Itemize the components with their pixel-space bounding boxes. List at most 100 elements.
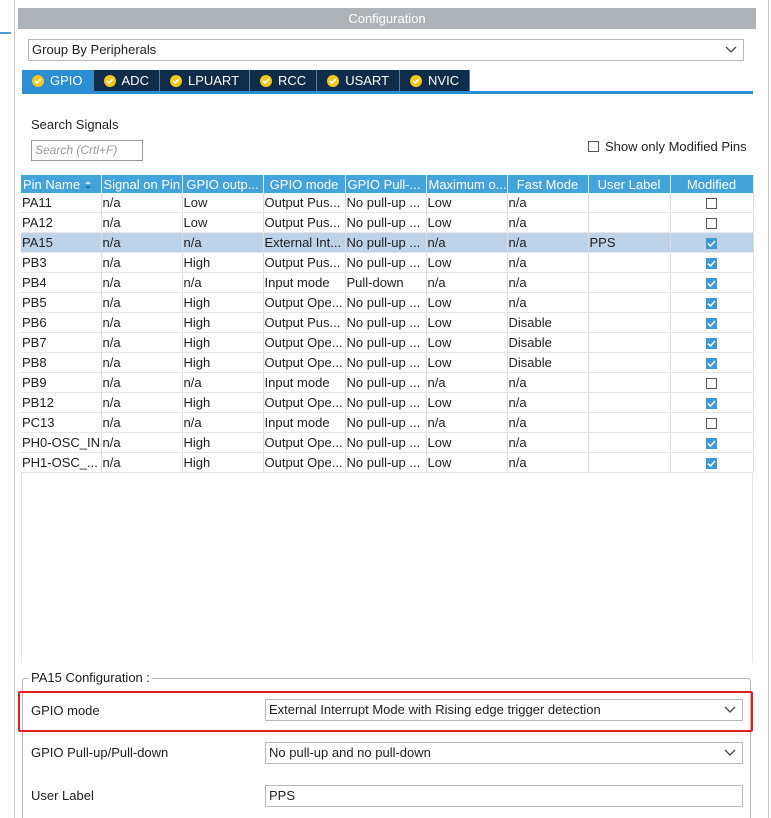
checked-checkbox-icon[interactable] bbox=[706, 318, 717, 330]
pin-name-cell: PC13 bbox=[21, 412, 102, 433]
tab-nvic[interactable]: NVIC bbox=[400, 70, 471, 91]
checked-checkbox-icon[interactable] bbox=[706, 438, 717, 450]
max-output-cell: Low bbox=[426, 292, 508, 313]
modified-cell bbox=[670, 193, 754, 213]
tab-usart[interactable]: USART bbox=[317, 70, 401, 91]
unchecked-checkbox-icon[interactable] bbox=[706, 218, 717, 230]
group-by-select[interactable]: Group By Peripherals bbox=[28, 39, 744, 61]
table-row[interactable]: PA11 n/a Low Output Pus... No pull-up ... Low… bbox=[21, 193, 754, 213]
checked-checkbox-icon[interactable] bbox=[706, 258, 717, 270]
fast-mode-cell: n/a bbox=[507, 212, 589, 233]
table-row[interactable]: PB9 n/a n/a Input mode No pull-up ... n/a n/a bbox=[21, 372, 754, 393]
check-circle-icon bbox=[169, 74, 182, 87]
user-label-cell bbox=[588, 252, 671, 273]
table-row[interactable]: PA15 n/a n/a External Int... No pull-up ... n… bbox=[21, 232, 754, 253]
tab-adc[interactable]: ADC bbox=[93, 70, 160, 91]
gpio-mode-cell: Output Pus... bbox=[263, 212, 346, 233]
checkbox-icon[interactable] bbox=[588, 141, 599, 152]
table-row[interactable]: PB3 n/a High Output Pus... No pull-up ... Low… bbox=[21, 252, 754, 273]
pin-name-cell: PH1-OSC_... bbox=[21, 452, 102, 473]
tab-rcc[interactable]: RCC bbox=[250, 70, 318, 91]
gpio-pull-select[interactable]: No pull-up and no pull-down bbox=[265, 742, 743, 764]
col-maximum-output[interactable]: Maximum o... bbox=[426, 175, 508, 193]
fast-mode-cell: n/a bbox=[507, 193, 589, 213]
col-pin-name[interactable]: Pin Name bbox=[21, 175, 102, 193]
tab-lpuart[interactable]: LPUART bbox=[159, 70, 251, 91]
col-fast-mode[interactable]: Fast Mode bbox=[507, 175, 589, 193]
user-label-cell bbox=[588, 212, 671, 233]
show-modified-checkbox[interactable]: Show only Modified Pins bbox=[588, 139, 747, 154]
max-output-cell: Low bbox=[426, 252, 508, 273]
table-row[interactable]: PB12 n/a High Output Ope... No pull-up ... Lo… bbox=[21, 392, 754, 413]
table-row[interactable]: PA12 n/a Low Output Pus... No pull-up ... Low… bbox=[21, 212, 754, 233]
tab-gpio[interactable]: GPIO bbox=[22, 70, 94, 91]
max-output-cell: Low bbox=[426, 452, 508, 473]
gpio-mode-cell: Output Ope... bbox=[263, 452, 346, 473]
max-output-cell: Low bbox=[426, 332, 508, 353]
gpio-output-cell: High bbox=[182, 452, 264, 473]
search-input[interactable]: Search (Crtl+F) bbox=[31, 140, 143, 161]
signal-cell: n/a bbox=[101, 292, 183, 313]
col-user-label[interactable]: User Label bbox=[588, 175, 671, 193]
gpio-pull-cell: No pull-up ... bbox=[345, 292, 427, 313]
max-output-cell: n/a bbox=[426, 372, 508, 393]
checked-checkbox-icon[interactable] bbox=[706, 338, 717, 350]
checked-checkbox-icon[interactable] bbox=[706, 458, 717, 470]
gpio-mode-cell: Output Pus... bbox=[263, 193, 346, 213]
modified-cell bbox=[670, 272, 754, 293]
gpio-mode-cell: Output Ope... bbox=[263, 432, 346, 453]
gpio-output-cell: High bbox=[182, 312, 264, 333]
check-circle-icon bbox=[260, 74, 273, 87]
fast-mode-cell: n/a bbox=[507, 412, 589, 433]
modified-cell bbox=[670, 212, 754, 233]
modified-cell bbox=[670, 292, 754, 313]
unchecked-checkbox-icon[interactable] bbox=[706, 418, 717, 430]
checked-checkbox-icon[interactable] bbox=[706, 358, 717, 370]
pin-name-cell: PB5 bbox=[21, 292, 102, 313]
user-label-cell bbox=[588, 392, 671, 413]
check-circle-icon bbox=[410, 74, 423, 87]
fast-mode-cell: Disable bbox=[507, 352, 589, 373]
gpio-mode-cell: Input mode bbox=[263, 412, 346, 433]
signal-cell: n/a bbox=[101, 392, 183, 413]
table-row[interactable]: PH0-OSC_IN n/a High Output Ope... No pull-up… bbox=[21, 432, 754, 453]
checked-checkbox-icon[interactable] bbox=[706, 278, 717, 290]
user-label-input[interactable]: PPS bbox=[265, 785, 743, 807]
unchecked-checkbox-icon[interactable] bbox=[706, 378, 717, 390]
gpio-mode-cell: External Int... bbox=[263, 232, 346, 253]
gpio-mode-cell: Output Ope... bbox=[263, 292, 346, 313]
col-gpio-mode[interactable]: GPIO mode bbox=[263, 175, 346, 193]
gpio-output-cell: High bbox=[182, 352, 264, 373]
col-gpio-output[interactable]: GPIO outp... bbox=[182, 175, 264, 193]
fast-mode-cell: n/a bbox=[507, 252, 589, 273]
table-row[interactable]: PH1-OSC_... n/a High Output Ope... No pull-u… bbox=[21, 452, 754, 473]
gpio-pull-cell: No pull-up ... bbox=[345, 412, 427, 433]
panel-title: Configuration bbox=[18, 8, 756, 29]
user-label-cell bbox=[588, 193, 671, 213]
signal-cell: n/a bbox=[101, 232, 183, 253]
pin-name-cell: PB12 bbox=[21, 392, 102, 413]
checked-checkbox-icon[interactable] bbox=[706, 298, 717, 310]
table-row[interactable]: PC13 n/a n/a Input mode No pull-up ... n/a n/a bbox=[21, 412, 754, 433]
checked-checkbox-icon[interactable] bbox=[706, 398, 717, 410]
tab-label: GPIO bbox=[50, 73, 83, 88]
pin-config-title: PA15 Configuration : bbox=[29, 670, 152, 685]
table-row[interactable]: PB6 n/a High Output Pus... No pull-up ... Low… bbox=[21, 312, 754, 333]
col-gpio-pull[interactable]: GPIO Pull-... bbox=[345, 175, 427, 193]
table-row[interactable]: PB7 n/a High Output Ope... No pull-up ... Low… bbox=[21, 332, 754, 353]
user-label-cell bbox=[588, 312, 671, 333]
col-signal-on-pin[interactable]: Signal on Pin bbox=[101, 175, 183, 193]
gpio-output-cell: Low bbox=[182, 193, 264, 213]
gpio-mode-cell: Input mode bbox=[263, 372, 346, 393]
table-row[interactable]: PB4 n/a n/a Input mode Pull-down n/a n/a bbox=[21, 272, 754, 293]
table-row[interactable]: PB5 n/a High Output Ope... No pull-up ... Low… bbox=[21, 292, 754, 313]
max-output-cell: Low bbox=[426, 352, 508, 373]
gpio-mode-highlight bbox=[18, 691, 753, 732]
user-label-cell bbox=[588, 352, 671, 373]
checked-checkbox-icon[interactable] bbox=[706, 238, 717, 250]
fast-mode-cell: n/a bbox=[507, 372, 589, 393]
modified-cell bbox=[670, 432, 754, 453]
unchecked-checkbox-icon[interactable] bbox=[706, 198, 717, 210]
table-row[interactable]: PB8 n/a High Output Ope... No pull-up ... Low… bbox=[21, 352, 754, 373]
col-modified[interactable]: Modified bbox=[670, 175, 754, 193]
